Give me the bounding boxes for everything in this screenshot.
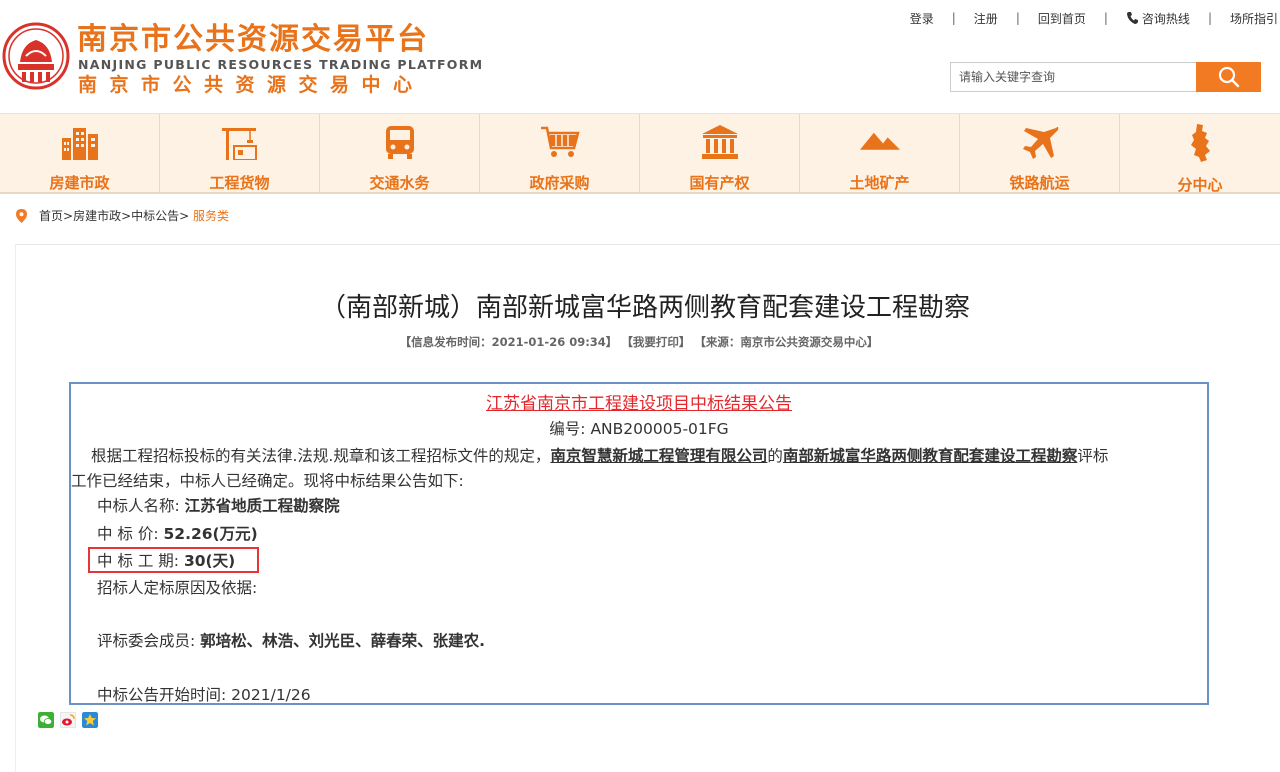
nav-item-government-procurement[interactable]: 政府采购 (480, 114, 640, 192)
register-link[interactable]: 注册 (970, 10, 1002, 27)
top-links: 登录 | 注册 | 回到首页 | 咨询热线 | 场所指引 (906, 9, 1280, 27)
nav-item-housing[interactable]: 房建市政 (0, 114, 160, 192)
breadcrumb-separator: > (63, 208, 74, 223)
breadcrumb-home[interactable]: 首页 (39, 207, 63, 224)
para-of: 的 (767, 447, 783, 465)
nav-item-transport-water[interactable]: 交通水务 (320, 114, 480, 192)
committee-value: 郭培松、林浩、刘光臣、薛春荣、张建农. (200, 632, 486, 650)
link-separator: | (1015, 11, 1020, 25)
hotline-label: 咨询热线 (1141, 11, 1190, 26)
breadcrumb: 首页 > 房建市政 > 中标公告 > 服务类 (16, 207, 229, 224)
search-button[interactable] (1196, 62, 1261, 92)
nav-item-sub-center[interactable]: 分中心 (1120, 114, 1280, 194)
price-row: 中 标 价: 52.26(万元) (97, 522, 258, 544)
start-time-row: 中标公告开始时间: 2021/1/26 (97, 683, 311, 705)
nav-label: 分中心 (1177, 176, 1223, 194)
price-label: 中 标 价: (97, 525, 164, 543)
nav-label: 房建市政 (49, 174, 110, 192)
nav-item-land-minerals[interactable]: 土地矿产 (800, 114, 960, 192)
breadcrumb-current: 服务类 (193, 209, 230, 223)
main-nav: 房建市政 工程货物 交通水务 政府采购 国有产权 土地矿产 铁路航运 分中心 (0, 113, 1280, 194)
bank-icon (701, 125, 738, 159)
site-header: 南京市公共资源交易平台 NANJING PUBLIC RESOURCES TRA… (0, 0, 1280, 113)
logo-title: 南京市公共资源交易平台 (77, 22, 429, 57)
nav-label: 政府采购 (529, 174, 590, 192)
para-prefix: 根据工程招标投标的有关法律.法规.规章和该工程招标文件的规定， (91, 447, 551, 465)
location-pin-icon (16, 208, 27, 223)
mountain-icon (859, 132, 900, 150)
search-input[interactable] (950, 62, 1196, 92)
committee-label: 评标委会成员: (97, 632, 201, 650)
publish-time: 【信息发布时间：2021-01-26 09:34】 (399, 335, 618, 349)
article-source: 【来源：南京市公共资源交易中心】 (694, 335, 879, 349)
notice-title[interactable]: 江苏省南京市工程建设项目中标结果公告 (71, 389, 1207, 414)
nav-label: 交通水务 (369, 174, 430, 192)
search-icon (1218, 66, 1239, 88)
login-link[interactable]: 登录 (906, 10, 938, 27)
page-title: （南部新城）南部新城富华路两侧教育配套建设工程勘察 (319, 293, 970, 323)
nav-item-engineering-goods[interactable]: 工程货物 (160, 114, 320, 192)
reason-row: 招标人定标原因及依据: (97, 579, 258, 597)
notice-paragraph: 根据工程招标投标的有关法律.法规.规章和该工程招标文件的规定，南京智慧新城工程管… (91, 444, 1108, 466)
crane-icon (221, 128, 257, 160)
start-label: 中标公告开始时间: (97, 686, 232, 704)
logo-subtitle: 南京市公共资源交易中心 (78, 74, 425, 96)
print-link[interactable]: 【我要打印】 (621, 335, 690, 349)
nanjing-emblem-icon (2, 22, 70, 90)
qzone-share-icon[interactable] (82, 712, 98, 728)
winner-label: 中标人名称: (97, 497, 185, 515)
period-highlight-box (88, 547, 259, 573)
map-icon (1191, 124, 1210, 162)
link-separator: | (1207, 11, 1212, 25)
nav-item-state-property[interactable]: 国有产权 (640, 114, 800, 192)
link-separator: | (1103, 11, 1108, 25)
airplane-icon (1022, 126, 1058, 159)
cart-icon (540, 126, 580, 157)
bus-icon (385, 126, 414, 159)
start-value: 2021/1/26 (231, 686, 311, 704)
link-separator: | (951, 11, 956, 25)
article-meta: 【信息发布时间：2021-01-26 09:34】 【我要打印】 【来源：南京市… (0, 334, 1278, 350)
breadcrumb-separator: > (179, 208, 194, 223)
winner-value: 江苏省地质工程勘察院 (184, 497, 340, 515)
committee-row: 评标委会成员: 郭培松、林浩、刘光臣、薛春荣、张建农. (97, 629, 485, 651)
breadcrumb-separator: > (121, 208, 132, 223)
nav-label: 国有产权 (689, 174, 750, 192)
buildings-icon (61, 128, 98, 160)
nav-label: 铁路航运 (1009, 174, 1070, 192)
weibo-share-icon[interactable] (60, 712, 76, 728)
para-suffix: 评标 (1077, 447, 1109, 465)
nav-item-railway-shipping[interactable]: 铁路航运 (960, 114, 1120, 192)
tenderer-name: 南京智慧新城工程管理有限公司 (550, 447, 768, 465)
venue-guide-link[interactable]: 场所指引 (1226, 10, 1280, 27)
home-link[interactable]: 回到首页 (1034, 10, 1090, 27)
price-value: 52.26(万元) (163, 525, 258, 543)
breadcrumb-housing[interactable]: 房建市政 (73, 207, 121, 224)
hotline-link[interactable]: 咨询热线 (1122, 10, 1194, 27)
nav-label: 工程货物 (209, 174, 270, 192)
wechat-share-icon[interactable] (38, 712, 54, 728)
notice-code: 编号: ANB200005-01FG (549, 420, 729, 438)
phone-icon (1126, 11, 1138, 24)
share-icons (38, 712, 98, 728)
notice-paragraph-line2: 工作已经结束，中标人已经确定。现将中标结果公告如下: (71, 472, 464, 490)
winner-row: 中标人名称: 江苏省地质工程勘察院 (97, 494, 340, 516)
breadcrumb-award-notice[interactable]: 中标公告 (131, 207, 179, 224)
project-name: 南部新城富华路两侧教育配套建设工程勘察 (782, 447, 1078, 465)
award-notice-box: 江苏省南京市工程建设项目中标结果公告 编号: ANB200005-01FG 根据… (69, 382, 1209, 705)
nav-label: 土地矿产 (849, 174, 910, 192)
